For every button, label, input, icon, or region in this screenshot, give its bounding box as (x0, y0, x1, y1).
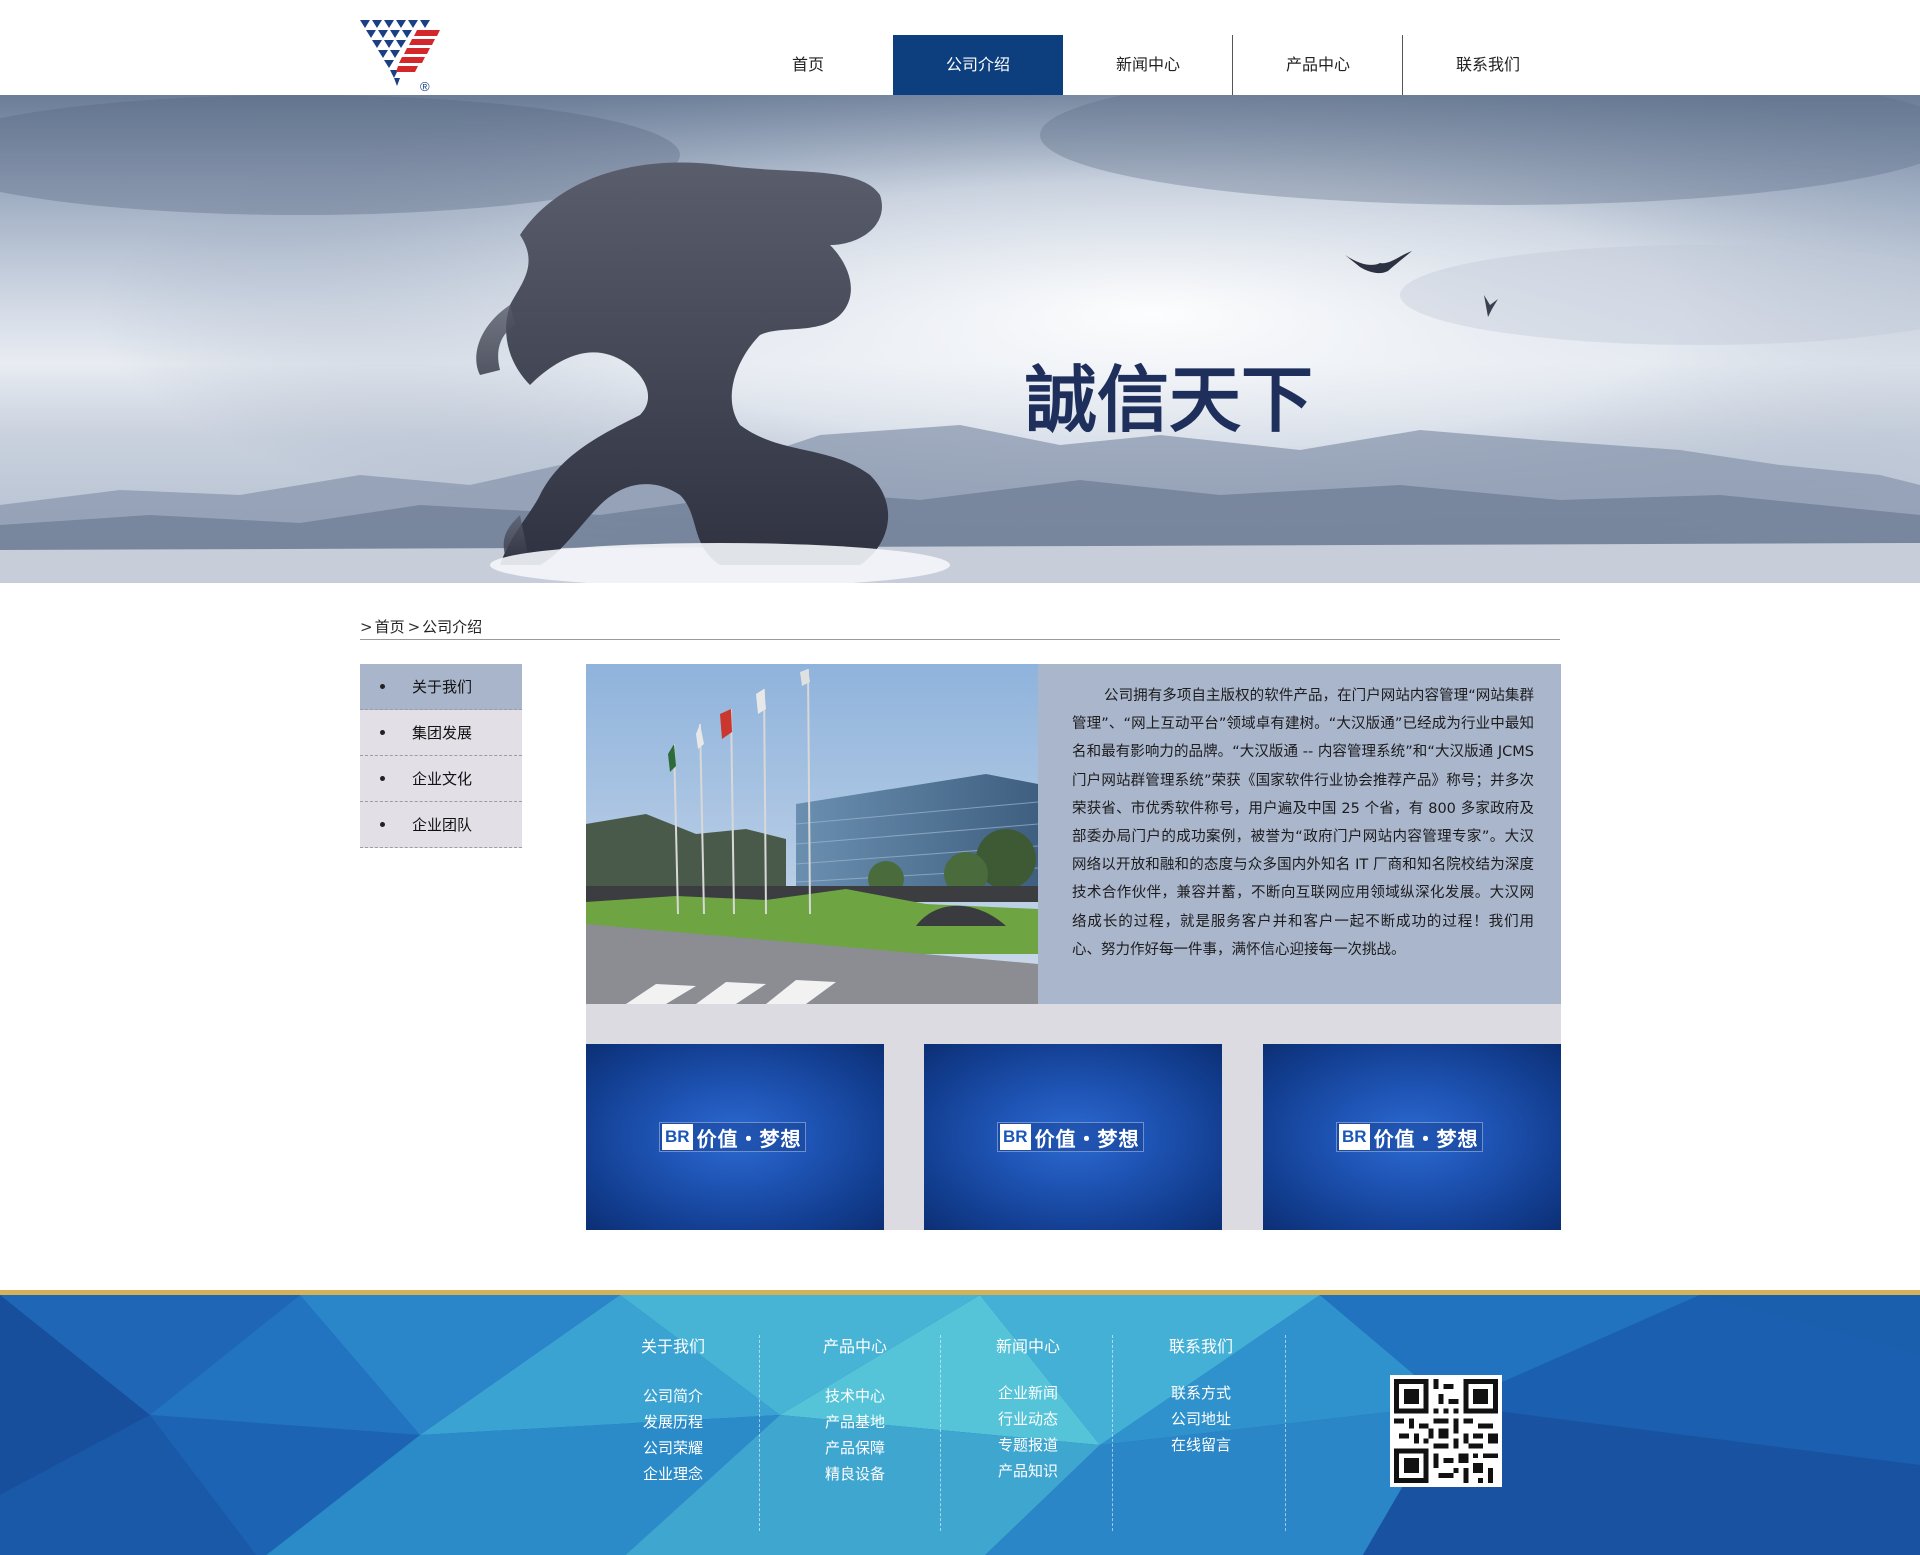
footer-link[interactable]: 技术中心 (775, 1383, 935, 1409)
bullet-icon (380, 822, 385, 827)
hero-banner: 誠信天下 (0, 95, 1920, 583)
footer-link[interactable]: 精良设备 (775, 1461, 935, 1487)
footer-divider (940, 1335, 941, 1531)
sidebar-item-team[interactable]: 企业团队 (360, 802, 522, 848)
nav-item-contact[interactable]: 联系我们 (1403, 35, 1573, 95)
footer-column-products: 产品中心 技术中心 产品基地 产品保障 精良设备 (775, 1333, 935, 1487)
br-badge: BR (1000, 1124, 1031, 1150)
footer-divider (1112, 1335, 1113, 1531)
card-text: 价值・梦想 (1373, 1126, 1479, 1151)
sidebar-item-about-us[interactable]: 关于我们 (360, 664, 522, 710)
sidebar-item-label: 企业文化 (412, 770, 473, 788)
chevron-right-icon: > (407, 617, 421, 636)
site-footer: 关于我们 公司简介 发展历程 公司荣耀 企业理念 产品中心 技术中心 产品基地 … (0, 1290, 1920, 1555)
chevron-right-icon: > (360, 617, 373, 636)
card-text: 价值・梦想 (696, 1126, 802, 1151)
card-label: BR 价值・梦想 (997, 1122, 1144, 1152)
footer-link[interactable]: 产品保障 (775, 1435, 935, 1461)
footer-link[interactable]: 产品基地 (775, 1409, 935, 1435)
sidebar-item-group-development[interactable]: 集团发展 (360, 710, 522, 756)
footer-column-title: 新闻中心 (995, 1337, 1060, 1356)
nav-item-company-intro[interactable]: 公司介绍 (893, 35, 1063, 95)
registered-mark: ® (420, 79, 430, 94)
footer-link[interactable]: 专题报道 (948, 1432, 1108, 1458)
footer-column-title: 联系我们 (1168, 1337, 1233, 1356)
footer-link[interactable]: 公司荣耀 (593, 1435, 753, 1461)
nav-item-products[interactable]: 产品中心 (1233, 35, 1403, 95)
bullet-icon (380, 684, 385, 689)
br-badge: BR (662, 1124, 693, 1150)
value-card[interactable]: BR 价值・梦想 (924, 1044, 1222, 1230)
breadcrumb: > 首页 > 公司介绍 (360, 614, 1560, 640)
footer-link[interactable]: 企业理念 (593, 1461, 753, 1487)
card-label: BR 价值・梦想 (1336, 1122, 1483, 1152)
sidebar-item-label: 集团发展 (412, 724, 473, 742)
bullet-icon (380, 776, 385, 781)
value-card[interactable]: BR 价值・梦想 (1263, 1044, 1561, 1230)
footer-link[interactable]: 联系方式 (1121, 1380, 1281, 1406)
breadcrumb-home[interactable]: 首页 (375, 616, 405, 637)
sidebar-item-corporate-culture[interactable]: 企业文化 (360, 756, 522, 802)
footer-column-title: 关于我们 (640, 1337, 705, 1356)
footer-column-about: 关于我们 公司简介 发展历程 公司荣耀 企业理念 (593, 1333, 753, 1487)
triangle-stripes-logo-icon[interactable]: ® (360, 18, 442, 94)
main-content: 公司拥有多项自主版权的软件产品，在门户网站内容管理“网站集群管理”、“网上互动平… (586, 664, 1561, 1230)
footer-link[interactable]: 企业新闻 (948, 1380, 1108, 1406)
dragon-statue-mountains-banner: 誠信天下 (0, 95, 1920, 583)
site-header: ® 首页 公司介绍 新闻中心 产品中心 联系我们 (0, 0, 1920, 95)
sidebar-item-label: 关于我们 (412, 678, 473, 696)
card-text: 价值・梦想 (1034, 1126, 1140, 1151)
footer-link[interactable]: 发展历程 (593, 1409, 753, 1435)
br-badge: BR (1339, 1124, 1370, 1150)
card-label: BR 价值・梦想 (659, 1122, 806, 1152)
footer-divider (1285, 1335, 1286, 1531)
company-intro-text: 公司拥有多项自主版权的软件产品，在门户网站内容管理“网站集群管理”、“网上互动平… (1072, 688, 1534, 958)
intro-panel: 公司拥有多项自主版权的软件产品，在门户网站内容管理“网站集群管理”、“网上互动平… (586, 664, 1561, 1004)
company-building-flags-photo (586, 664, 1038, 1004)
footer-column-title: 产品中心 (822, 1337, 887, 1356)
main-nav: 首页 公司介绍 新闻中心 产品中心 联系我们 (723, 35, 1573, 95)
footer-column-contact: 联系我们 联系方式 公司地址 在线留言 (1121, 1333, 1281, 1458)
qr-code-icon[interactable] (1390, 1375, 1502, 1487)
breadcrumb-current[interactable]: 公司介绍 (422, 616, 482, 637)
footer-link[interactable]: 产品知识 (948, 1458, 1108, 1484)
value-cards: BR 价值・梦想 BR 价值・梦想 BR 价值・梦想 (586, 1044, 1561, 1230)
sidebar-menu: 关于我们 集团发展 企业文化 企业团队 (360, 664, 522, 848)
footer-link[interactable]: 公司简介 (593, 1383, 753, 1409)
nav-item-home[interactable]: 首页 (723, 35, 893, 95)
footer-link[interactable]: 行业动态 (948, 1406, 1108, 1432)
bullet-icon (380, 730, 385, 735)
nav-item-news[interactable]: 新闻中心 (1063, 35, 1233, 95)
footer-link[interactable]: 公司地址 (1121, 1406, 1281, 1432)
slogan-text: 誠信天下 (1025, 357, 1313, 442)
footer-divider (759, 1335, 760, 1531)
footer-column-news: 新闻中心 企业新闻 行业动态 专题报道 产品知识 (948, 1333, 1108, 1484)
value-card[interactable]: BR 价值・梦想 (586, 1044, 884, 1230)
sidebar-item-label: 企业团队 (412, 816, 473, 834)
footer-link[interactable]: 在线留言 (1121, 1432, 1281, 1458)
